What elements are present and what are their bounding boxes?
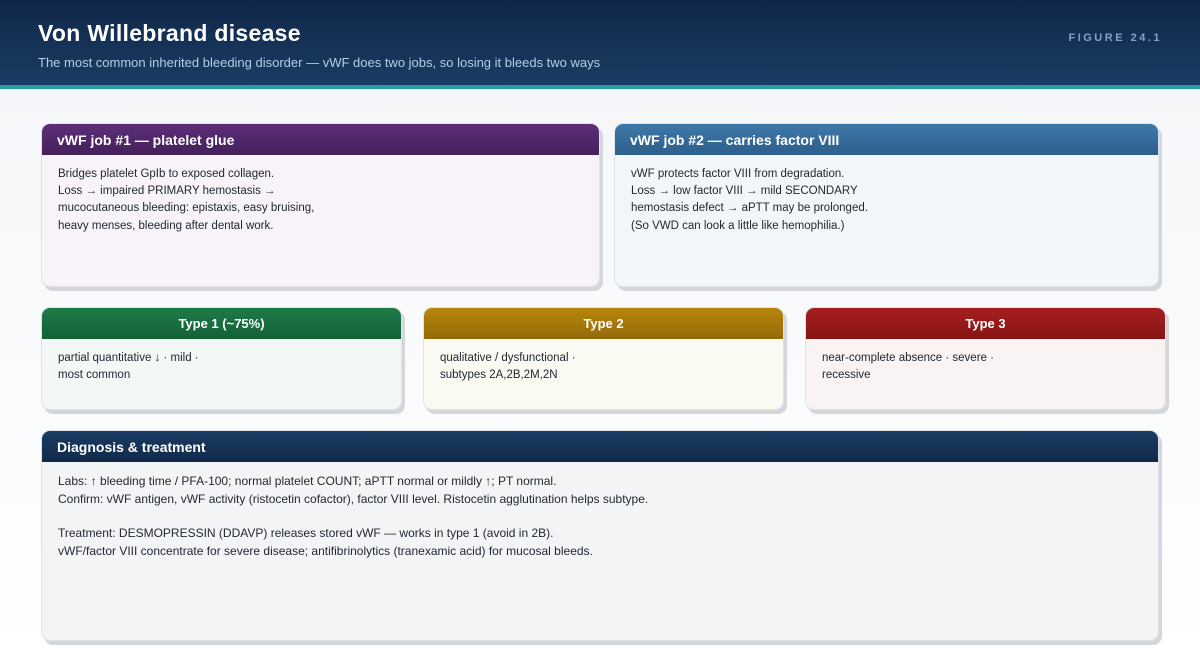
type3-line: recessive: [822, 369, 871, 382]
page-subtitle: The most common inherited bleeding disor…: [38, 55, 601, 70]
diagnosis-spacer: [58, 508, 1142, 525]
job1-line: Bridges platelet GpIb to exposed collage…: [58, 168, 275, 180]
diagnosis-line: Labs: ↑ bleeding time / PFA-100; normal …: [58, 474, 557, 488]
job1-card-body: Bridges platelet GpIb to exposed collage…: [42, 155, 599, 235]
type1-card-body: partial quantitative ↓ · mild · most com…: [42, 339, 401, 384]
page-title: Von Willebrand disease: [38, 20, 301, 46]
diagnosis-line: Confirm: vWF antigen, vWF activity (rist…: [58, 491, 649, 506]
type1-line: most common: [58, 369, 131, 382]
job1-card: vWF job #1 — platelet glue Bridges plate…: [41, 123, 600, 287]
header-accent-stripe: [0, 85, 1200, 89]
type2-card-title: Type 2: [424, 308, 783, 339]
job2-line: vWF protects factor VIII from degradatio…: [631, 168, 845, 180]
diagnosis-card-body: Labs: ↑ bleeding time / PFA-100; normal …: [42, 462, 1158, 560]
type3-card-title: Type 3: [806, 308, 1165, 339]
type3-card: Type 3 near-complete absence · severe · …: [805, 307, 1166, 410]
job2-line: hemostasis defect → aPTT may be prolonge…: [631, 202, 868, 215]
diagnosis-line: Treatment: DESMOPRESSIN (DDAVP) releases…: [58, 526, 554, 540]
type1-card: Type 1 (~75%) partial quantitative ↓ · m…: [41, 307, 402, 410]
diagnosis-card-title: Diagnosis & treatment: [42, 431, 1158, 462]
job1-line: heavy menses, bleeding after dental work…: [58, 219, 274, 232]
job1-line: Loss → impaired PRIMARY hemostasis →: [58, 185, 276, 198]
type1-card-title: Type 1 (~75%): [42, 308, 401, 339]
job2-card-title: vWF job #2 — carries factor VIII: [615, 124, 1158, 155]
diagnosis-line: vWF/factor VIII concentrate for severe d…: [58, 543, 593, 558]
type2-card: Type 2 qualitative / dysfunctional · sub…: [423, 307, 784, 410]
job2-card: vWF job #2 — carries factor VIII vWF pro…: [614, 123, 1159, 287]
job2-line: Loss → low factor VIII → mild SECONDARY: [631, 185, 858, 198]
diagnosis-card: Diagnosis & treatment Labs: ↑ bleeding t…: [41, 430, 1159, 641]
job2-line: (So VWD can look a little like hemophili…: [631, 219, 845, 232]
job1-card-title: vWF job #1 — platelet glue: [42, 124, 599, 155]
type3-line: near-complete absence · severe ·: [822, 352, 994, 364]
job1-line: mucocutaneous bleeding: epistaxis, easy …: [58, 202, 315, 215]
type3-card-body: near-complete absence · severe · recessi…: [806, 339, 1165, 384]
type2-card-body: qualitative / dysfunctional · subtypes 2…: [424, 339, 783, 384]
type2-line: qualitative / dysfunctional ·: [440, 352, 576, 364]
type1-line: partial quantitative ↓ · mild ·: [58, 352, 199, 364]
figure-label: FIGURE 24.1: [1068, 32, 1162, 44]
type2-line: subtypes 2A,2B,2M,2N: [440, 369, 558, 382]
header-banner: Von Willebrand disease The most common i…: [0, 0, 1200, 85]
job2-card-body: vWF protects factor VIII from degradatio…: [615, 155, 1158, 235]
